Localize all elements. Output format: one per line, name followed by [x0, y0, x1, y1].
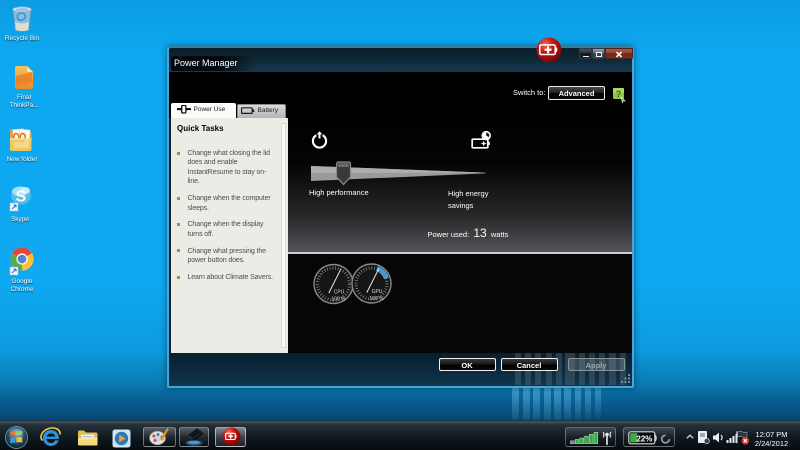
- svg-text:22%: 22%: [636, 434, 652, 443]
- svg-text:CPU: CPU: [334, 289, 345, 295]
- svg-text:?: ?: [616, 89, 622, 99]
- svg-text:100 %: 100 %: [369, 295, 384, 301]
- svg-text:100 %: 100 %: [331, 296, 346, 302]
- svg-text:GPU: GPU: [372, 289, 383, 295]
